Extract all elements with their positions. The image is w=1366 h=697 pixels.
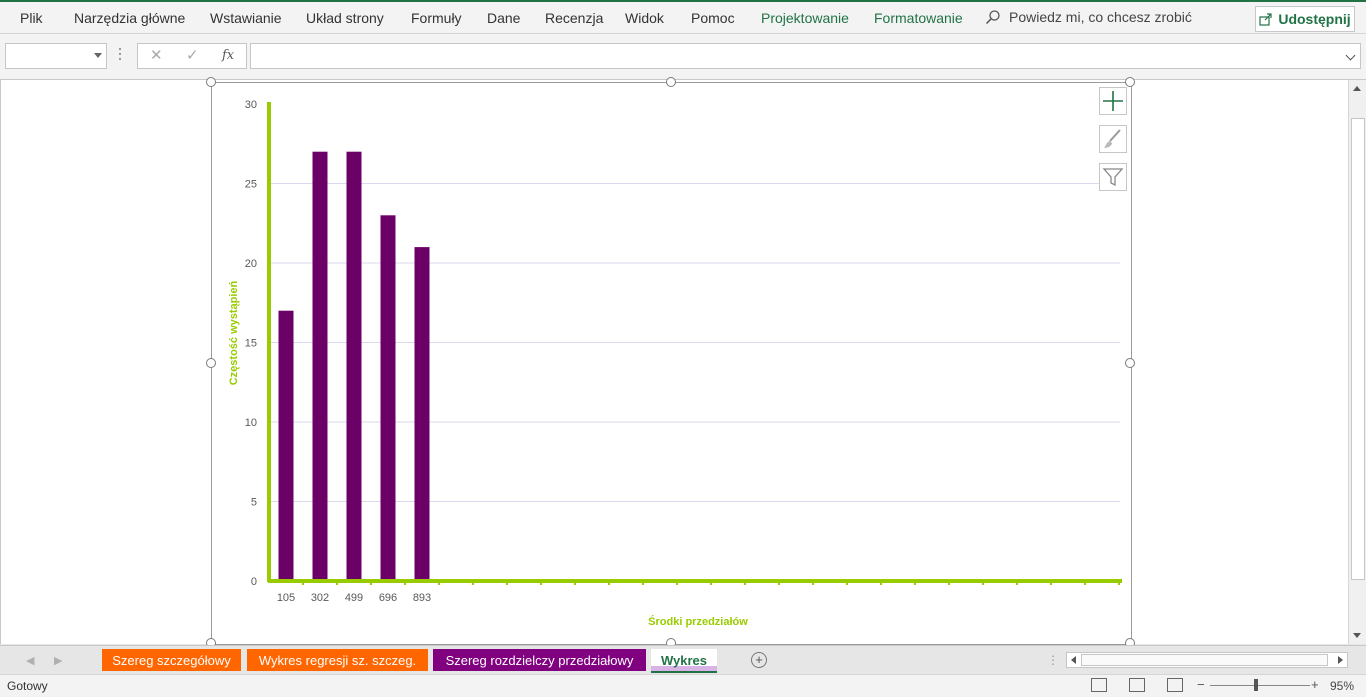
chevron-down-icon[interactable] xyxy=(94,53,102,58)
brush-icon xyxy=(1104,129,1121,148)
chart-styles-button[interactable] xyxy=(1099,125,1127,153)
filter-icon xyxy=(1102,168,1124,187)
sheet-tab-wykres[interactable]: Wykres xyxy=(651,649,717,673)
scroll-up-icon[interactable] xyxy=(1353,86,1361,91)
tab-design[interactable]: Projektowanie xyxy=(761,10,849,26)
add-sheet-icon[interactable]: + xyxy=(751,652,767,668)
tab-data[interactable]: Dane xyxy=(487,10,520,26)
share-button[interactable]: Udostępnij xyxy=(1255,6,1355,32)
tab-page-layout[interactable]: Układ strony xyxy=(306,10,384,26)
x-tick-label: 302 xyxy=(311,592,329,604)
insert-function-button[interactable]: fx xyxy=(222,48,234,63)
status-bar: Gotowy − + 95% xyxy=(0,674,1366,697)
page-layout-view-icon[interactable] xyxy=(1129,678,1145,692)
tell-me-text: Powiedz mi, co chcesz zrobić xyxy=(1009,9,1192,25)
histogram-bar xyxy=(380,215,396,582)
sheet-tab-wykres-regresji[interactable]: Wykres regresji sz. szczeg. xyxy=(247,649,428,671)
y-tick-label: 0 xyxy=(251,576,257,588)
x-tick-label: 105 xyxy=(277,592,295,604)
share-label: Udostępnij xyxy=(1278,11,1351,27)
y-tick-label: 5 xyxy=(251,497,257,509)
plus-icon xyxy=(1103,91,1123,111)
sheet-tab-label: Wykres xyxy=(660,652,707,668)
chart-elements-button[interactable] xyxy=(1099,87,1127,115)
y-axis-title: Częstość wystąpień xyxy=(228,280,240,385)
formula-bar: ✕ ✓ fx xyxy=(0,34,1366,80)
expand-formula-icon[interactable] xyxy=(1345,50,1356,61)
vertical-scrollbar[interactable] xyxy=(1348,80,1366,644)
y-tick-label: 10 xyxy=(245,417,257,429)
horizontal-scroll-thumb[interactable] xyxy=(1081,654,1328,666)
scroll-down-icon[interactable] xyxy=(1353,633,1361,638)
tab-view[interactable]: Widok xyxy=(625,10,664,26)
x-tick-label: 499 xyxy=(345,592,363,604)
sheet-tab-label: Wykres regresji sz. szczeg. xyxy=(258,652,417,668)
search-icon xyxy=(985,10,1000,25)
enter-check-icon[interactable]: ✓ xyxy=(186,46,199,64)
resize-handle-top-left[interactable] xyxy=(206,77,216,87)
zoom-slider-thumb[interactable] xyxy=(1254,679,1258,691)
cancel-icon[interactable]: ✕ xyxy=(150,46,163,64)
scroll-left-icon[interactable] xyxy=(1071,656,1076,664)
scroll-right-icon[interactable] xyxy=(1338,656,1343,664)
sheet-tab-label: Szereg rozdzielczy przedziałowy xyxy=(445,652,634,668)
sheet-tab-szereg-szczegolowy[interactable]: Szereg szczegółowy xyxy=(102,649,241,671)
histogram-chart: 0 5 10 15 20 25 30 105 302 499 696 893 Środki prze… xyxy=(228,99,1122,628)
sheet-tab-szereg-rozdzielczy[interactable]: Szereg rozdzielczy przedziałowy xyxy=(433,649,646,671)
y-tick-label: 20 xyxy=(245,258,257,270)
normal-view-icon[interactable] xyxy=(1091,678,1107,692)
tab-formulas[interactable]: Formuły xyxy=(411,10,462,26)
tab-file[interactable]: Plik xyxy=(20,10,43,26)
chart-filters-button[interactable] xyxy=(1099,163,1127,191)
x-tick-label: 696 xyxy=(379,592,397,604)
name-box[interactable] xyxy=(5,43,107,69)
y-tick-label: 15 xyxy=(245,338,257,350)
vertical-scroll-thumb[interactable] xyxy=(1351,118,1365,580)
page-break-view-icon[interactable] xyxy=(1167,678,1183,692)
horizontal-scrollbar[interactable] xyxy=(1066,652,1348,668)
tell-me-box[interactable]: Powiedz mi, co chcesz zrobić xyxy=(985,9,1192,25)
y-tick-label: 30 xyxy=(245,99,257,111)
ribbon-tabs: Plik Narzędzia główne Wstawianie Układ s… xyxy=(0,2,1366,34)
y-tick-label: 25 xyxy=(245,179,257,191)
tab-format[interactable]: Formatowanie xyxy=(874,10,963,26)
status-ready: Gotowy xyxy=(7,679,48,693)
zoom-slider-track[interactable] xyxy=(1210,685,1310,686)
chart-area[interactable]: 0 5 10 15 20 25 30 105 302 499 696 893 Środki prze… xyxy=(211,82,1132,645)
tab-help[interactable]: Pomoc xyxy=(691,10,735,26)
histogram-bar xyxy=(414,247,430,581)
histogram-bar xyxy=(312,151,328,581)
formula-bar-grip[interactable] xyxy=(118,48,122,64)
resize-handle-top[interactable] xyxy=(666,77,676,87)
tab-home[interactable]: Narzędzia główne xyxy=(74,10,185,26)
resize-handle-left[interactable] xyxy=(206,358,216,368)
resize-handle-top-right[interactable] xyxy=(1125,77,1135,87)
formula-buttons: ✕ ✓ fx xyxy=(137,43,247,69)
tab-insert[interactable]: Wstawianie xyxy=(210,10,282,26)
tab-review[interactable]: Recenzja xyxy=(545,10,603,26)
scroll-sheets-right-icon[interactable]: ▶ xyxy=(54,654,62,667)
sheet-tabs-bar: ◀ ▶ Szereg szczegółowy Wykres regresji s… xyxy=(0,645,1366,674)
zoom-in-icon[interactable]: + xyxy=(1311,677,1319,692)
sheet-tab-label: Szereg szczegółowy xyxy=(112,652,231,668)
formula-input[interactable] xyxy=(250,43,1361,69)
x-tick-label: 893 xyxy=(413,592,431,604)
x-axis-title: Środki przedziałów xyxy=(648,615,748,628)
zoom-out-icon[interactable]: − xyxy=(1197,677,1205,692)
share-icon xyxy=(1259,13,1272,26)
zoom-level[interactable]: 95% xyxy=(1330,679,1354,693)
resize-handle-right[interactable] xyxy=(1125,358,1135,368)
tab-split-handle[interactable]: ⋮ xyxy=(1047,653,1059,667)
scroll-sheets-left-icon[interactable]: ◀ xyxy=(26,654,34,667)
histogram-bar xyxy=(278,310,294,581)
histogram-bar xyxy=(346,151,362,581)
